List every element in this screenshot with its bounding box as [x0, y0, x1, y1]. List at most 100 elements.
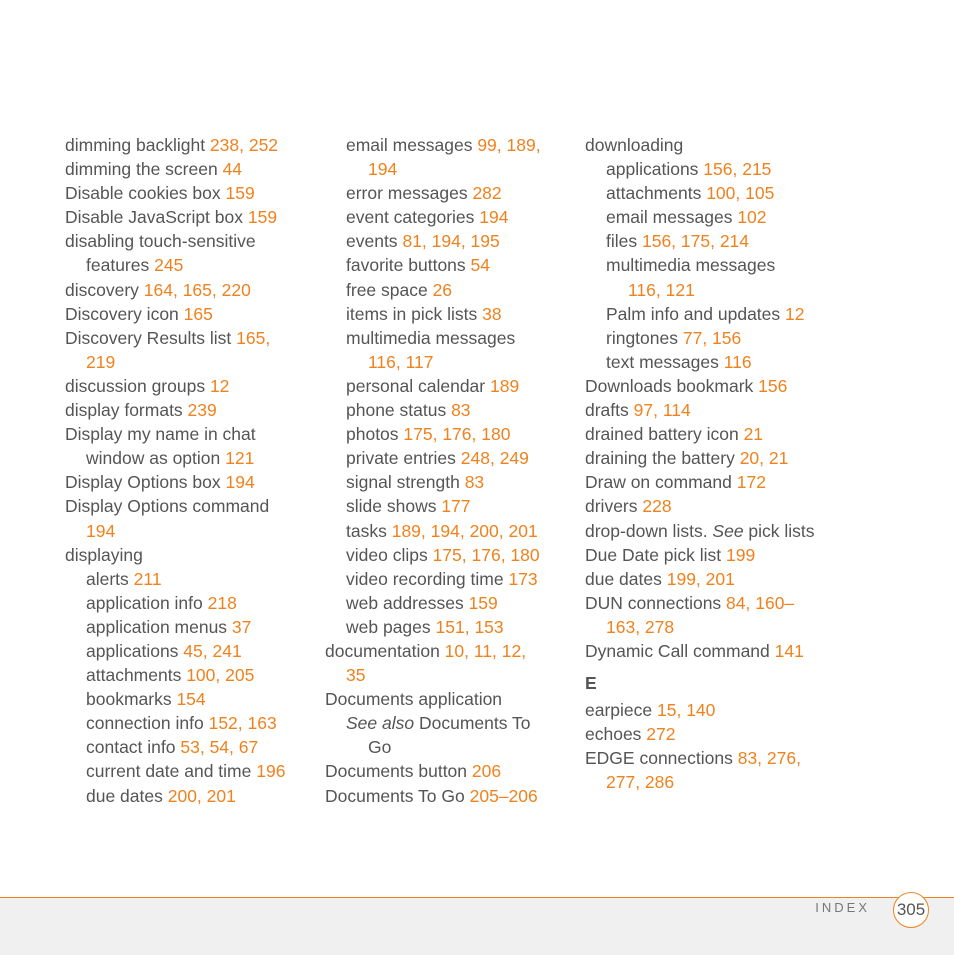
page-reference-link[interactable]: 45, 241: [183, 641, 241, 661]
index-entry: documentation 10, 11, 12,: [325, 639, 575, 663]
page-reference-link[interactable]: 211: [134, 569, 162, 589]
entry-term: photos: [346, 424, 404, 445]
page-reference-link[interactable]: 199: [726, 545, 755, 565]
entry-term: downloading: [585, 135, 684, 155]
entry-term: connection info: [86, 713, 209, 734]
page-reference-link[interactable]: 102: [737, 207, 766, 227]
page-reference-link[interactable]: 54: [471, 255, 490, 275]
index-entry: Downloads bookmark 156: [585, 374, 845, 398]
entry-term: Discovery icon: [65, 303, 184, 324]
page-reference-link[interactable]: 100, 105: [706, 183, 774, 203]
page-reference-link[interactable]: 189: [490, 376, 519, 396]
page-reference-link[interactable]: 83: [451, 400, 470, 420]
page-reference-link[interactable]: 84, 160–: [726, 593, 794, 613]
entry-term: free space: [346, 279, 433, 300]
page-reference-link[interactable]: 35: [346, 665, 365, 685]
page-reference-link[interactable]: 20, 21: [740, 448, 789, 468]
page-reference-link[interactable]: 151, 153: [436, 617, 504, 637]
page-reference-link[interactable]: 12: [210, 376, 229, 396]
page-reference-link[interactable]: 196: [256, 761, 285, 781]
index-entry: multimedia messages: [585, 253, 845, 277]
page-reference-link[interactable]: 154: [176, 689, 205, 709]
page-reference-link[interactable]: 272: [646, 724, 675, 744]
page-reference-link[interactable]: 38: [482, 304, 501, 324]
page-reference-link[interactable]: 116: [724, 352, 752, 372]
entry-term: application menus: [86, 616, 232, 637]
page-reference-link[interactable]: 238, 252: [210, 135, 278, 155]
page-reference-link[interactable]: 200, 201: [168, 786, 236, 806]
page-reference-link[interactable]: 277, 286: [606, 772, 674, 792]
page-reference-link[interactable]: 164, 165, 220: [144, 280, 251, 300]
page-reference-link[interactable]: 194: [86, 521, 115, 541]
page-reference-link[interactable]: 194: [368, 159, 397, 179]
page-reference-link[interactable]: 248, 249: [461, 448, 529, 468]
entry-term: personal calendar: [346, 375, 490, 396]
page-reference-link[interactable]: 175, 176, 180: [403, 424, 510, 444]
page-reference-link[interactable]: 156, 175, 214: [642, 231, 749, 251]
entry-term: drivers: [585, 496, 643, 517]
page-reference-link[interactable]: 228: [642, 496, 671, 516]
page-reference-link[interactable]: 159: [469, 593, 498, 613]
page-reference-link[interactable]: 12: [785, 304, 804, 324]
page-reference-link[interactable]: 116, 121: [628, 280, 695, 300]
page-reference-link[interactable]: 159: [248, 207, 277, 227]
page-reference-link[interactable]: 219: [86, 352, 115, 372]
page-reference-link[interactable]: 194: [479, 207, 508, 227]
page-reference-link[interactable]: 239: [188, 400, 217, 420]
page-reference-link[interactable]: 172: [737, 472, 766, 492]
page-reference-link[interactable]: 116, 117: [368, 352, 434, 372]
page-reference-link[interactable]: 10, 11, 12,: [445, 641, 526, 661]
index-entry: 116, 121: [585, 278, 845, 302]
entry-term: DUN connections: [585, 592, 727, 613]
page-reference-link[interactable]: 163, 278: [606, 617, 674, 637]
page-reference-link[interactable]: 165: [184, 304, 213, 324]
page-reference-link[interactable]: 83: [465, 472, 484, 492]
page-reference-link[interactable]: 165,: [236, 328, 270, 348]
page-reference-link[interactable]: 218: [208, 593, 237, 613]
index-entry: attachments 100, 205: [65, 663, 315, 687]
page-reference-link[interactable]: 99, 189,: [477, 135, 540, 155]
page-reference-link[interactable]: 156: [758, 376, 787, 396]
page-reference-link[interactable]: 53, 54, 67: [180, 737, 258, 757]
index-entry: event categories 194: [325, 205, 575, 229]
index-entry: events 81, 194, 195: [325, 229, 575, 253]
page-reference-link[interactable]: 77, 156: [683, 328, 741, 348]
index-entry: Discovery Results list 165,: [65, 326, 315, 350]
page-reference-link[interactable]: 159: [226, 183, 255, 203]
footer-section-label: INDEX: [815, 900, 870, 915]
entry-term: slide shows: [346, 496, 442, 517]
entry-term: Due Date pick list: [585, 544, 727, 565]
page-reference-link[interactable]: 177: [441, 496, 470, 516]
page-reference-link[interactable]: 205–206: [470, 786, 538, 806]
index-entry: 277, 286: [585, 770, 845, 794]
page-reference-link[interactable]: 121: [225, 448, 254, 468]
page-reference-link[interactable]: 15, 140: [657, 700, 715, 720]
index-entry: email messages 102: [585, 205, 845, 229]
page-reference-link[interactable]: 152, 163: [209, 713, 277, 733]
page-reference-link[interactable]: 189, 194, 200, 201: [392, 521, 538, 541]
entry-term: draining the battery: [585, 448, 740, 469]
page-reference-link[interactable]: 83, 276,: [738, 748, 801, 768]
page-reference-link[interactable]: 37: [232, 617, 251, 637]
page-reference-link[interactable]: 206: [472, 761, 501, 781]
index-entry: Discovery icon 165: [65, 302, 315, 326]
index-entry: Disable cookies box 159: [65, 181, 315, 205]
page-reference-link[interactable]: 199, 201: [667, 569, 735, 589]
page-reference-link[interactable]: 175, 176, 180: [433, 545, 540, 565]
page-reference-link[interactable]: 100, 205: [186, 665, 254, 685]
page-reference-link[interactable]: 141: [775, 641, 804, 661]
page-reference-link[interactable]: 26: [433, 280, 452, 300]
page-reference-link[interactable]: 282: [472, 183, 501, 203]
entry-term: dimming the screen: [65, 159, 223, 180]
page-reference-link[interactable]: 156, 215: [703, 159, 771, 179]
page-reference-link[interactable]: 194: [226, 472, 255, 492]
page-reference-link[interactable]: 21: [744, 424, 763, 444]
page-reference-link[interactable]: 245: [154, 255, 183, 275]
index-entry: displaying: [65, 543, 315, 567]
page-reference-link[interactable]: 173: [508, 569, 537, 589]
page-reference-link[interactable]: 81, 194, 195: [402, 231, 499, 251]
page-reference-link[interactable]: 97, 114: [634, 400, 691, 420]
entry-term: Display Options command: [65, 496, 270, 517]
section-letter-heading: E: [585, 673, 597, 694]
page-reference-link[interactable]: 44: [223, 159, 242, 179]
